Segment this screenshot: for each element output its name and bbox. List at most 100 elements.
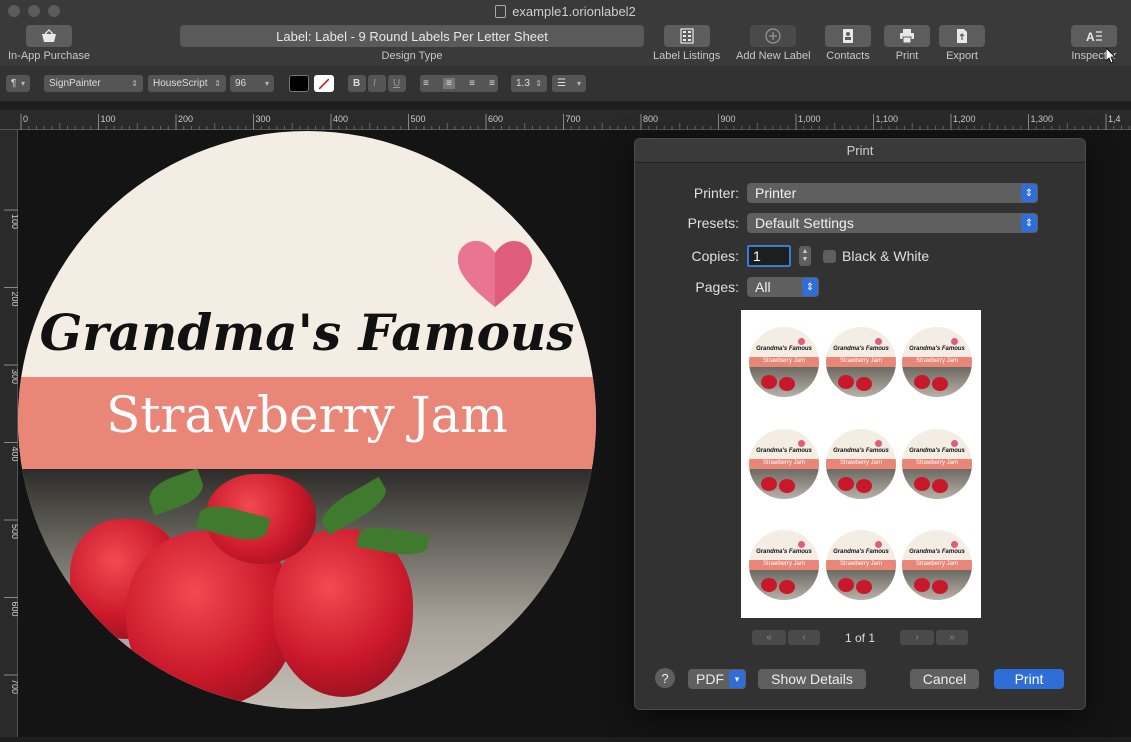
font-size-field[interactable]: 96 ▾	[230, 75, 274, 92]
preview-label: Grandma's Famous Strawberry Jam	[749, 429, 819, 499]
next-page-button[interactable]: ›	[900, 630, 934, 645]
export-item[interactable]: Export	[939, 25, 985, 62]
pages-popup[interactable]: All ⇕	[747, 277, 819, 297]
window-titlebar: example1.orionlabel2	[0, 0, 1131, 22]
preview-label-line2: Strawberry Jam	[762, 460, 805, 466]
font-family-popup[interactable]: SignPainter ⇕	[44, 75, 143, 92]
preview-label-line2: Strawberry Jam	[762, 561, 805, 567]
printer-row: Printer: Printer ⇕	[635, 183, 1038, 203]
no-color-icon	[319, 78, 329, 89]
in-app-purchase-item[interactable]: In-App Purchase	[8, 25, 90, 62]
print-item[interactable]: Print	[884, 25, 930, 62]
presets-value: Default Settings	[755, 215, 854, 231]
close-window-button[interactable]	[8, 5, 20, 17]
printer-popup[interactable]: Printer ⇕	[747, 183, 1038, 203]
design-type-field[interactable]: Label: Label - 9 Round Labels Per Letter…	[180, 25, 644, 47]
underline-button[interactable]: U	[388, 75, 406, 92]
label-product-name[interactable]: Strawberry Jam	[18, 386, 596, 444]
ruler-tick-label: 1,300	[1031, 114, 1054, 124]
ruler-tick-label: 200	[178, 114, 193, 124]
updown-chevron-icon: ⇕	[802, 278, 818, 296]
label-headline[interactable]: Grandma's Famous	[18, 303, 596, 362]
align-justify-icon[interactable]: ≡	[489, 78, 495, 89]
preview-label-line1: Grandma's Famous	[833, 549, 889, 555]
label-listings-item[interactable]: Label Listings	[653, 25, 720, 62]
preview-label: Grandma's Famous Strawberry Jam	[902, 429, 972, 499]
ruler-tick-label: 500	[411, 114, 426, 124]
window-title: example1.orionlabel2	[512, 3, 636, 19]
ruler-tick-label: 600	[10, 602, 18, 617]
chevron-down-icon: ▾	[20, 79, 25, 88]
round-label[interactable]: Grandma's Famous Strawberry Jam	[18, 131, 596, 709]
updown-icon: ⇕	[214, 79, 221, 88]
black-white-checkbox[interactable]	[823, 249, 836, 263]
font-family-value: SignPainter	[49, 78, 101, 89]
contacts-item[interactable]: Contacts	[825, 25, 871, 62]
preview-label: Grandma's Famous Strawberry Jam	[826, 530, 896, 600]
preview-label-line1: Grandma's Famous	[756, 448, 812, 454]
document-icon	[495, 4, 507, 18]
pdf-menu-button[interactable]: PDF ▾	[688, 669, 746, 689]
align-right-icon[interactable]: ≡	[469, 78, 475, 89]
previous-page-button[interactable]: ‹	[788, 630, 820, 645]
zoom-window-button[interactable]	[48, 5, 60, 17]
vertical-ruler-ticks: 100 200 300 400 500 600 700	[4, 209, 20, 694]
stepper-up-icon[interactable]: ▲	[802, 248, 809, 256]
text-color-well[interactable]	[289, 75, 309, 92]
page-indicator: 1 of 1	[845, 631, 876, 645]
presets-label: Presets:	[687, 215, 739, 231]
ruler-tick-label: 1,4	[1108, 114, 1121, 124]
no-fill-color-well[interactable]	[314, 75, 334, 92]
help-button[interactable]: ?	[655, 668, 675, 688]
design-type-label: Design Type	[381, 50, 443, 62]
italic-button[interactable]: I	[368, 75, 386, 92]
design-type-item[interactable]: Label: Label - 9 Round Labels Per Letter…	[180, 25, 644, 62]
preview-label: Grandma's Famous Strawberry Jam	[749, 530, 819, 600]
ruler-tick-label: 600	[488, 114, 503, 124]
paragraph-style-popup[interactable]: ¶ ▾	[6, 75, 30, 92]
presets-popup[interactable]: Default Settings ⇕	[747, 213, 1038, 233]
contacts-icon	[825, 25, 871, 47]
add-new-label-item[interactable]: Add New Label	[736, 25, 811, 62]
heart-icon[interactable]	[458, 241, 532, 309]
pages-value: All	[755, 279, 771, 295]
black-white-label[interactable]: Black & White	[842, 248, 929, 264]
svg-text:A: A	[1086, 30, 1095, 43]
contacts-label: Contacts	[826, 50, 870, 62]
updown-icon: ⇕	[535, 79, 542, 88]
first-page-button[interactable]: «	[752, 630, 786, 645]
preview-label-line1: Grandma's Famous	[756, 549, 812, 555]
preview-label-line2: Strawberry Jam	[915, 460, 958, 466]
last-page-button[interactable]: »	[936, 630, 968, 645]
print-button[interactable]: Print	[994, 669, 1064, 689]
ruler-tick-label: 1,200	[953, 114, 976, 124]
cancel-button[interactable]: Cancel	[910, 669, 979, 689]
minimize-window-button[interactable]	[28, 5, 40, 17]
preview-label-line2: Strawberry Jam	[839, 358, 882, 364]
window-controls	[8, 5, 60, 17]
strawberry-photo[interactable]	[18, 468, 596, 709]
preview-label: Grandma's Famous Strawberry Jam	[902, 530, 972, 600]
align-center-icon[interactable]: ≡	[443, 78, 455, 89]
preview-label-line2: Strawberry Jam	[915, 561, 958, 567]
copies-stepper[interactable]: ▲ ▼	[799, 246, 811, 266]
chevron-down-icon: ▾	[576, 79, 581, 88]
align-left-icon[interactable]: ≡	[423, 78, 429, 89]
pages-row: Pages: All ⇕	[635, 277, 819, 297]
chevron-right-icon: ›	[915, 632, 919, 643]
copies-field[interactable]: 1	[747, 245, 791, 267]
line-spacing-popup[interactable]: 1.3 ⇕	[511, 75, 547, 92]
stepper-down-icon[interactable]: ▼	[802, 256, 809, 264]
pages-label: Pages:	[695, 279, 739, 295]
print-toolbar-label: Print	[895, 50, 919, 62]
list-style-popup[interactable]: ☰ ▾	[552, 75, 586, 92]
inspector-icon: A	[1071, 25, 1117, 47]
ruler-tick-label: 700	[566, 114, 581, 124]
basket-icon	[25, 25, 72, 47]
bold-button[interactable]: B	[348, 75, 366, 92]
alignment-control[interactable]: ≡ ≡ ≡ ≡	[420, 75, 498, 92]
font-style-popup[interactable]: HouseScript ⇕	[148, 75, 226, 92]
show-details-button[interactable]: Show Details	[758, 669, 866, 689]
ruler-tick-label: 0	[23, 114, 28, 124]
preview-label: Grandma's Famous Strawberry Jam	[749, 327, 819, 397]
